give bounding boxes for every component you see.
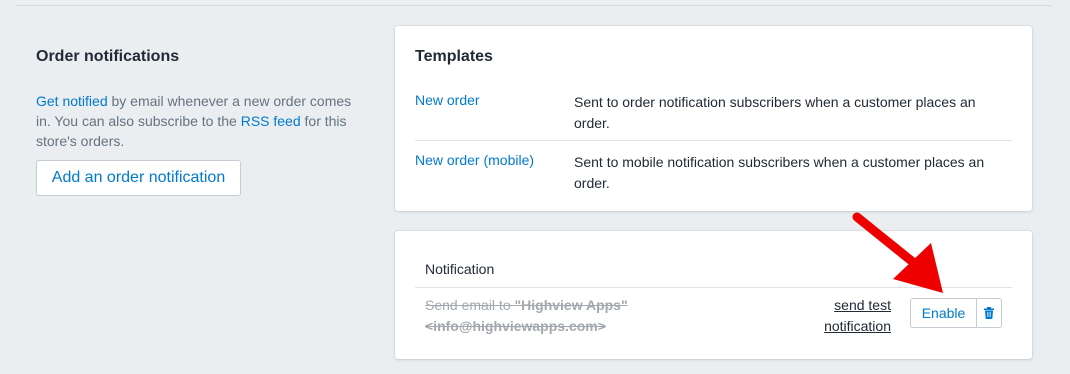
annotation-arrow-icon [852,212,943,293]
get-notified-link[interactable]: Get notified [36,93,108,109]
templates-title: Templates [415,48,493,65]
template-row: New order Sent to order notification sub… [415,90,1012,141]
top-divider [16,5,1052,6]
email-address: <info@highviewapps.com> [425,318,606,334]
email-name: "Highview Apps" [514,297,628,313]
template-description: Sent to mobile notification subscribers … [574,154,985,191]
section-title: Order notifications [36,48,180,65]
template-description: Sent to order notification subscribers w… [574,94,976,131]
template-link-new-order-mobile[interactable]: New order (mobile) [415,152,534,168]
template-link-new-order[interactable]: New order [415,92,480,108]
add-order-notification-button[interactable]: Add an order notification [36,160,241,196]
email-prefix: Send email to [425,297,515,313]
templates-card: Templates New order Sent to order notifi… [395,26,1032,211]
rss-feed-link[interactable]: RSS feed [241,113,301,129]
trash-icon [984,307,994,319]
section-description: Get notified by email whenever a new ord… [36,91,366,151]
notification-email-disabled: Send email to "Highview Apps" <info@highv… [425,295,685,337]
notification-column-header: Notification [425,261,495,277]
delete-button[interactable] [976,298,1002,328]
